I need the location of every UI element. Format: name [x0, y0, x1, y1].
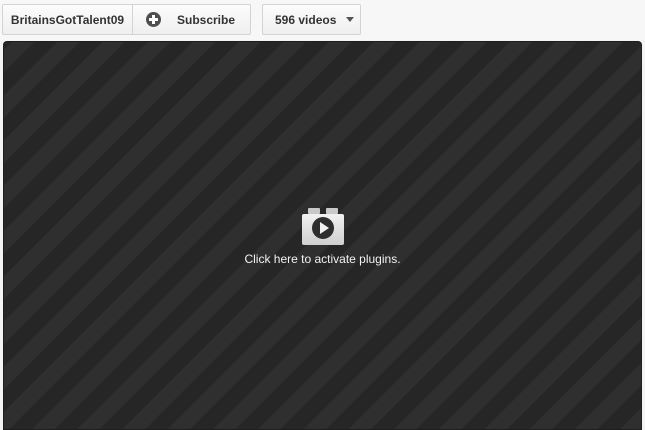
caret-down-icon [346, 17, 355, 22]
channel-name-button[interactable]: BritainsGotTalent09 [2, 4, 133, 35]
videos-dropdown-button[interactable]: 596 videos [262, 4, 361, 35]
activate-plugins-prompt[interactable]: Click here to activate plugins. [3, 208, 642, 266]
subscribe-label: Subscribe [177, 12, 236, 27]
video-player[interactable]: Click here to activate plugins. [3, 41, 642, 430]
videos-count-label: 596 videos [275, 12, 337, 27]
plugin-play-icon [301, 208, 344, 245]
channel-name-label: BritainsGotTalent09 [10, 12, 125, 27]
plus-circle-icon [146, 12, 161, 27]
subscribe-button[interactable]: Subscribe [132, 4, 251, 35]
channel-toolbar: BritainsGotTalent09 Subscribe 596 videos [0, 0, 645, 40]
activate-plugins-text[interactable]: Click here to activate plugins. [3, 252, 642, 266]
